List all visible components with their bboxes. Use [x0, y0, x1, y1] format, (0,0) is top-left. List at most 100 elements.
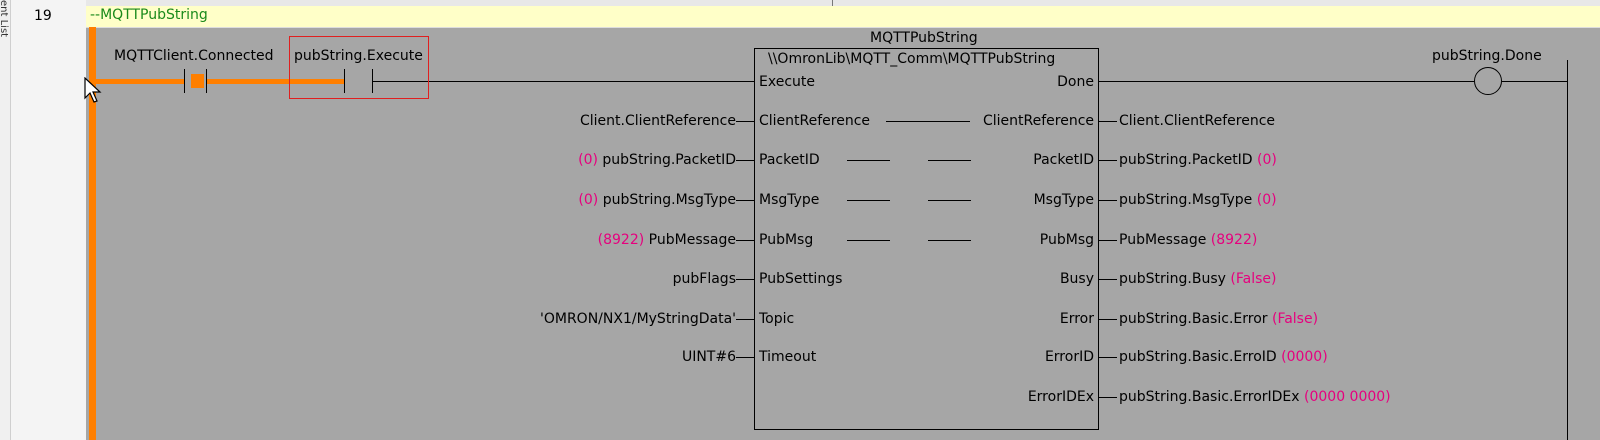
input-stub: [736, 160, 754, 161]
fb-input-pin: Timeout: [759, 349, 817, 365]
fb-input-arg[interactable]: (0) pubString.PacketID: [578, 151, 736, 169]
inout-link: [886, 121, 928, 122]
input-stub: [736, 200, 754, 201]
arg-name: pubString.Basic.ErroID: [1119, 349, 1277, 365]
rung-comment-text: --MQTTPubString: [90, 7, 208, 23]
fb-input-pin: ClientReference: [759, 113, 871, 129]
arg-name: Client.ClientReference: [1119, 113, 1276, 129]
fb-output-pin: MsgType: [1033, 192, 1094, 208]
coil-label: pubString.Done: [1432, 48, 1542, 64]
output-stub: [1099, 279, 1117, 280]
fb-input-arg[interactable]: UINT#6: [682, 348, 736, 366]
fb-output-pin: Error: [1059, 311, 1094, 327]
fb-type-path: \\OmronLib\MQTT_Comm\MQTTPubString: [768, 51, 1056, 67]
output-stub: [1099, 200, 1117, 201]
online-value: (0000): [1281, 349, 1328, 365]
fb-output-pin: Done: [1057, 74, 1094, 90]
input-stub: [736, 279, 754, 280]
arg-name: 'OMRON/NX1/MyStringData': [540, 311, 736, 327]
inout-link: [928, 121, 970, 122]
function-block[interactable]: \\OmronLib\MQTT_Comm\MQTTPubString Execu…: [754, 48, 1099, 430]
fb-output-arg[interactable]: pubString.Basic.ErroID (0000): [1119, 348, 1328, 366]
fb-input-pin: Execute: [759, 74, 815, 90]
fb-output-arg[interactable]: pubString.PacketID (0): [1119, 151, 1277, 169]
arg-name: pubString.Basic.ErrorIDEx: [1119, 389, 1300, 405]
contact-label: MQTTClient.Connected: [114, 48, 274, 64]
side-panel-label: ent List: [0, 0, 9, 38]
arg-name: pubString.PacketID: [1119, 152, 1253, 168]
output-stub: [1099, 240, 1117, 241]
output-stub: [1099, 160, 1117, 161]
fb-input-pin: Topic: [759, 311, 795, 327]
online-value: (0): [1257, 152, 1277, 168]
fb-output-pin: PacketID: [1033, 152, 1094, 168]
inout-link: [847, 200, 890, 201]
output-stub: [1099, 357, 1117, 358]
fb-input-arg[interactable]: pubFlags: [673, 270, 736, 288]
output-stub: [1099, 397, 1117, 398]
fb-input-arg[interactable]: (8922) PubMessage: [598, 231, 736, 249]
arg-name: pubString.MsgType: [1119, 192, 1253, 208]
inout-link: [847, 240, 890, 241]
inout-link: [928, 160, 971, 161]
fb-input-arg[interactable]: Client.ClientReference: [580, 112, 736, 130]
arg-name: PubMessage: [648, 232, 736, 248]
rung-comment[interactable]: --MQTTPubString: [86, 6, 1600, 28]
input-stub: [736, 319, 754, 320]
contact-energized-indicator: [191, 74, 204, 88]
arg-name: pubString.MsgType: [602, 192, 736, 208]
arg-name: pubString.PacketID: [602, 152, 736, 168]
output-stub: [1099, 121, 1117, 122]
input-stub: [736, 240, 754, 241]
fb-output-arg[interactable]: pubString.Basic.ErrorIDEx (0000 0000): [1119, 388, 1391, 406]
fb-output-arg[interactable]: PubMessage (8922): [1119, 231, 1257, 249]
arg-name: pubString.Busy: [1119, 271, 1226, 287]
rung-number[interactable]: 19: [34, 8, 52, 24]
online-value: (0): [1256, 192, 1277, 208]
inout-link: [847, 160, 890, 161]
input-stub: [736, 357, 754, 358]
fb-output-arg[interactable]: pubString.MsgType (0): [1119, 191, 1277, 209]
arg-name: pubFlags: [672, 271, 736, 287]
rung-wire: [1502, 81, 1567, 82]
fb-input-arg[interactable]: 'OMRON/NX1/MyStringData': [540, 310, 736, 328]
online-value: (False): [1271, 311, 1319, 327]
arg-name: Client.ClientReference: [579, 113, 736, 129]
fb-output-pin: PubMsg: [1039, 232, 1094, 248]
fb-input-arg[interactable]: (0) pubString.MsgType: [578, 191, 736, 209]
rung-wire: [1099, 81, 1474, 82]
fb-input-pin: PubSettings: [759, 271, 843, 287]
fb-output-arg[interactable]: pubString.Basic.Error (False): [1119, 310, 1318, 328]
fb-input-pin: PacketID: [759, 152, 820, 168]
fb-output-arg[interactable]: pubString.Busy (False): [1119, 270, 1276, 288]
side-panel-tab[interactable]: ent List: [0, 0, 11, 440]
arg-name: PubMessage: [1119, 232, 1207, 248]
fb-output-pin: ClientReference: [982, 113, 1094, 129]
online-value: (0): [578, 152, 598, 168]
arg-name: pubString.Basic.Error: [1119, 311, 1268, 327]
mouse-cursor-icon: [84, 77, 102, 103]
online-value: (False): [1230, 271, 1277, 287]
online-value: (0): [578, 192, 599, 208]
fb-output-arg[interactable]: Client.ClientReference: [1119, 112, 1275, 130]
power-flow-wire: [96, 79, 184, 84]
inout-link: [928, 200, 971, 201]
inout-link: [928, 240, 971, 241]
contact-bar: [206, 69, 207, 93]
fb-output-pin: ErrorID: [1044, 349, 1094, 365]
fb-output-pin: ErrorIDEx: [1027, 389, 1094, 405]
arg-name: UINT#6: [681, 349, 736, 365]
input-stub: [736, 121, 754, 122]
online-value: (8922): [597, 232, 645, 248]
fb-instance-name[interactable]: MQTTPubString: [870, 29, 978, 47]
right-power-rail: [1567, 60, 1568, 440]
online-value: (8922): [1210, 232, 1258, 248]
rung-wire: [372, 81, 754, 82]
fb-output-pin: Busy: [1059, 271, 1094, 287]
output-stub: [1099, 319, 1117, 320]
coil-icon[interactable]: [1474, 67, 1502, 95]
fb-input-pin: PubMsg: [759, 232, 814, 248]
online-value: (0000 0000): [1304, 389, 1391, 405]
highlight-box: [289, 36, 429, 99]
fb-input-pin: MsgType: [759, 192, 820, 208]
